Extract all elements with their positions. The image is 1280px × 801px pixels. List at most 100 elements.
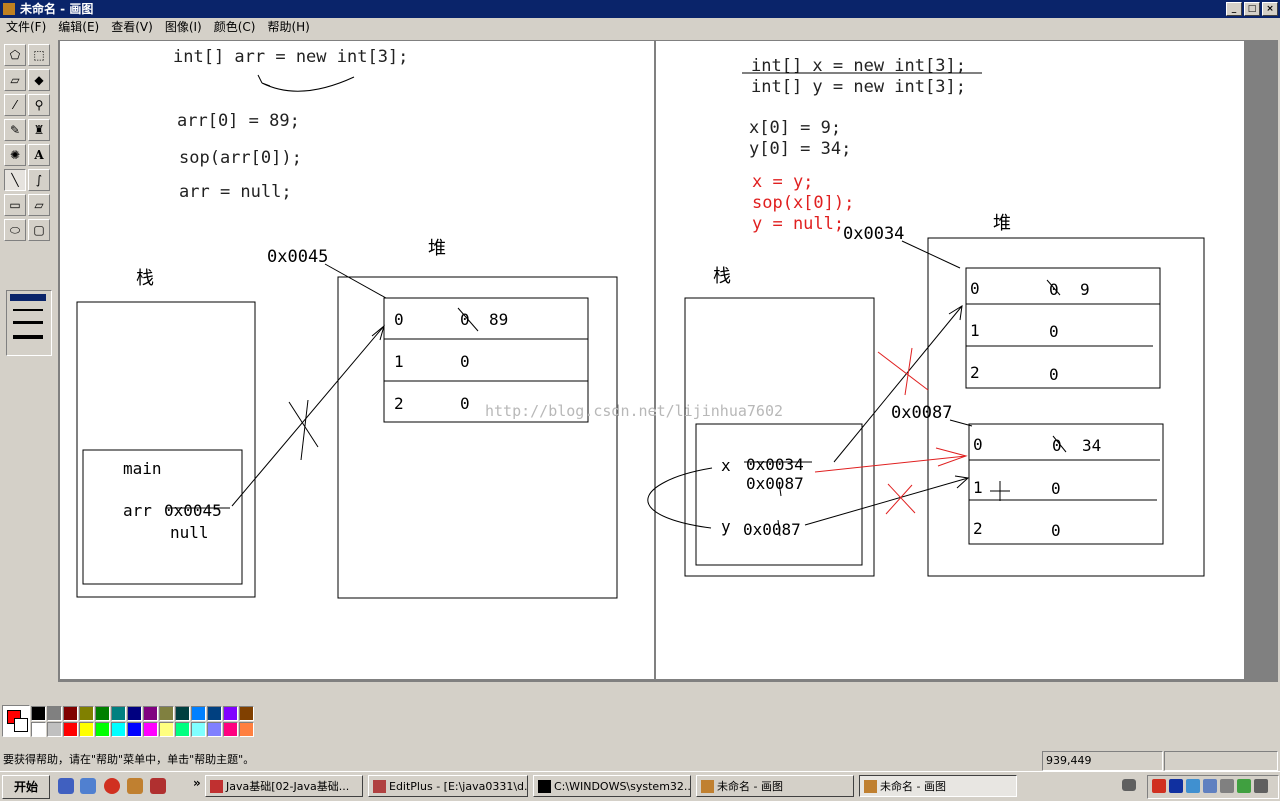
- rectangle-tool[interactable]: ▭: [4, 194, 26, 216]
- pencil-tool[interactable]: ✎: [4, 119, 26, 141]
- palette-swatch[interactable]: [79, 722, 94, 737]
- palette-swatch[interactable]: [223, 706, 238, 721]
- maximize-button[interactable]: □: [1244, 2, 1260, 16]
- left-cell-index-2: 2: [394, 394, 404, 413]
- tray-volume-icon[interactable]: [1220, 779, 1234, 793]
- palette-swatch[interactable]: [191, 706, 206, 721]
- palette-swatch[interactable]: [111, 706, 126, 721]
- right-frame-box: [695, 423, 863, 566]
- palette-swatch[interactable]: [223, 722, 238, 737]
- palette-swatch[interactable]: [127, 706, 142, 721]
- paint-icon: [864, 780, 877, 793]
- task-paint-1[interactable]: 未命名 - 画图: [696, 775, 854, 797]
- palette-swatch[interactable]: [191, 722, 206, 737]
- palette-swatch[interactable]: [239, 706, 254, 721]
- line-width-2[interactable]: [13, 309, 43, 311]
- left-cell-index-0: 0: [394, 310, 404, 329]
- right-address-b-label: 0x0087: [891, 403, 952, 423]
- menu-edit[interactable]: 编辑(E): [52, 18, 105, 37]
- palette-swatch[interactable]: [31, 706, 46, 721]
- right-var-y-value: 0x0087: [743, 520, 801, 539]
- right-red-code-2: sop(x[0]);: [752, 193, 854, 213]
- tray-display-icon[interactable]: [1203, 779, 1217, 793]
- title-bar: 未命名 - 画图 _ □ ×: [0, 0, 1280, 18]
- status-size-panel: [1164, 751, 1278, 771]
- palette-swatch[interactable]: [47, 706, 62, 721]
- background-color[interactable]: [14, 718, 28, 732]
- palette-swatch[interactable]: [95, 706, 110, 721]
- left-cell-index-1: 1: [394, 352, 404, 371]
- tray-ime-icon[interactable]: [1169, 779, 1183, 793]
- palette-swatch[interactable]: [63, 706, 78, 721]
- quicklaunch-explorer-icon[interactable]: [80, 778, 96, 794]
- quicklaunch-more[interactable]: »: [193, 776, 201, 790]
- tray-antivirus-icon[interactable]: [1152, 779, 1166, 793]
- palette-swatch[interactable]: [239, 722, 254, 737]
- airbrush-tool[interactable]: ✺: [4, 144, 26, 166]
- right-array-a-box: [965, 267, 1161, 389]
- right-array-b-box: [968, 423, 1164, 545]
- tray-update-icon[interactable]: [1237, 779, 1251, 793]
- palette-swatch[interactable]: [207, 706, 222, 721]
- menu-view[interactable]: 查看(V): [105, 18, 159, 37]
- quicklaunch-editplus-icon[interactable]: [150, 778, 166, 794]
- diagram-svg: int[] arr = new int[3]; arr[0] = 89; sop…: [76, 41, 1245, 679]
- rect-select-tool[interactable]: ⬚: [28, 44, 50, 66]
- drawing-canvas[interactable]: int[] arr = new int[3]; arr[0] = 89; sop…: [60, 41, 1245, 679]
- right-a-index-2: 2: [970, 363, 980, 382]
- color-picker-tool[interactable]: ⁄: [4, 94, 26, 116]
- task-java-doc[interactable]: Java基础[02-Java基础...: [205, 775, 363, 797]
- line-width-selector[interactable]: [6, 290, 52, 356]
- brush-tool[interactable]: ♜: [28, 119, 50, 141]
- close-button[interactable]: ×: [1262, 2, 1278, 16]
- eraser-tool[interactable]: ▱: [4, 69, 26, 91]
- palette-swatch[interactable]: [111, 722, 126, 737]
- rounded-rectangle-tool[interactable]: ▢: [28, 219, 50, 241]
- minimize-button[interactable]: _: [1226, 2, 1242, 16]
- keyboard-icon[interactable]: [1122, 779, 1136, 791]
- quicklaunch-paint-icon[interactable]: [127, 778, 143, 794]
- polygon-tool[interactable]: ▱: [28, 194, 50, 216]
- palette-swatch[interactable]: [143, 706, 158, 721]
- left-code-line-3: sop(arr[0]);: [179, 148, 302, 168]
- palette-swatch[interactable]: [175, 706, 190, 721]
- line-width-4[interactable]: [13, 335, 43, 339]
- magnifier-tool[interactable]: ⚲: [28, 94, 50, 116]
- menu-colors[interactable]: 颜色(C): [208, 18, 262, 37]
- task-editplus[interactable]: EditPlus - [E:\java0331\d...: [368, 775, 528, 797]
- menu-help[interactable]: 帮助(H): [261, 18, 315, 37]
- status-coordinates: 939,449: [1042, 751, 1163, 771]
- palette-swatch[interactable]: [79, 706, 94, 721]
- palette-swatch[interactable]: [63, 722, 78, 737]
- fill-tool[interactable]: ◆: [28, 69, 50, 91]
- start-button[interactable]: 开始: [2, 775, 50, 799]
- text-tool[interactable]: A: [28, 144, 50, 166]
- tray-network-icon[interactable]: [1186, 779, 1200, 793]
- tray-misc-icon[interactable]: [1254, 779, 1268, 793]
- line-width-1[interactable]: [13, 297, 43, 298]
- curve-tool[interactable]: ∫: [28, 169, 50, 191]
- quicklaunch-ie-icon[interactable]: [58, 778, 74, 794]
- right-code-line-4: y[0] = 34;: [749, 139, 851, 159]
- free-select-tool[interactable]: ⬠: [4, 44, 26, 66]
- palette-swatch[interactable]: [47, 722, 62, 737]
- left-stack-label: 栈: [136, 268, 154, 289]
- right-var-y: y: [721, 517, 731, 536]
- palette-swatch[interactable]: [207, 722, 222, 737]
- right-b-index-0: 0: [973, 435, 983, 454]
- palette-swatch[interactable]: [95, 722, 110, 737]
- menu-file[interactable]: 文件(F): [0, 18, 52, 37]
- menu-image[interactable]: 图像(I): [159, 18, 208, 37]
- palette-swatch[interactable]: [127, 722, 142, 737]
- ellipse-tool[interactable]: ⬭: [4, 219, 26, 241]
- line-width-3[interactable]: [13, 321, 43, 324]
- palette-swatch[interactable]: [159, 722, 174, 737]
- palette-swatch[interactable]: [159, 706, 174, 721]
- task-cmd[interactable]: C:\WINDOWS\system32...: [533, 775, 691, 797]
- palette-swatch[interactable]: [143, 722, 158, 737]
- palette-swatch[interactable]: [175, 722, 190, 737]
- palette-swatch[interactable]: [31, 722, 46, 737]
- quicklaunch-media-icon[interactable]: [104, 778, 120, 794]
- line-tool[interactable]: ╲: [4, 169, 26, 191]
- task-paint-2[interactable]: 未命名 - 画图: [859, 775, 1017, 797]
